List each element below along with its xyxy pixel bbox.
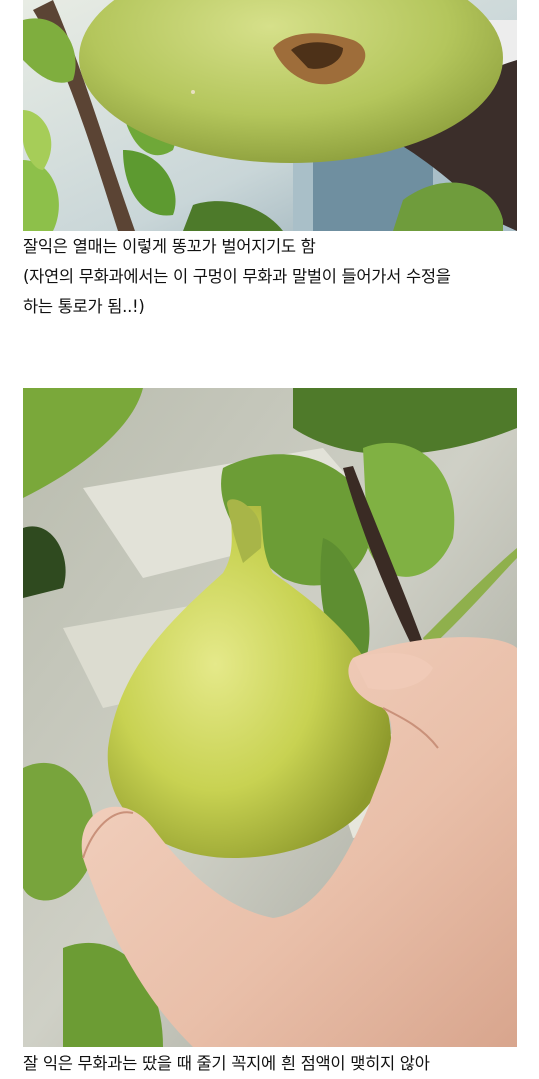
caption-line: (자연의 무화과에서는 이 구멍이 무화과 말벌이 들어가서 수정을 (23, 267, 451, 286)
ripe-fig-image (23, 388, 517, 1047)
caption-line: 하는 통로가 됨..!) (23, 297, 145, 316)
ripe-fig-in-hand-photo (23, 388, 517, 1047)
ripe-fig-caption: 잘 익은 무화과는 땄을 때 줄기 꼭지에 흰 점액이 맺히지 않아 (23, 1049, 523, 1079)
caption-line: 잘 익은 무화과는 땄을 때 줄기 꼭지에 흰 점액이 맺히지 않아 (23, 1054, 430, 1073)
fig-split-photo (23, 0, 517, 231)
fig-split-caption: 잘익은 열매는 이렇게 똥꼬가 벌어지기도 함 (자연의 무화과에서는 이 구멍… (23, 232, 523, 322)
fig-split-image (23, 0, 517, 231)
caption-line: 잘익은 열매는 이렇게 똥꼬가 벌어지기도 함 (23, 237, 316, 256)
